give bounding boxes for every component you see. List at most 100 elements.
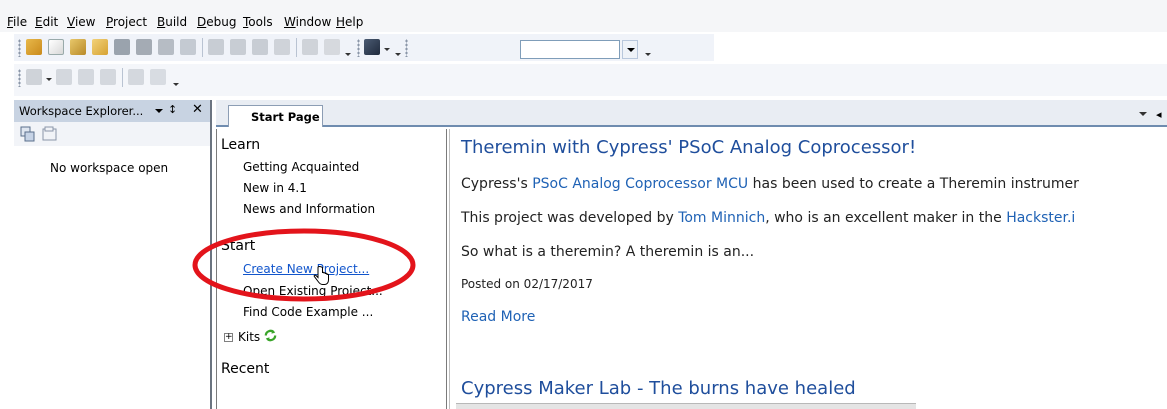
- toolbar-grip[interactable]: [405, 39, 408, 57]
- close-icon[interactable]: ✕: [192, 102, 203, 117]
- column-divider: [446, 129, 447, 409]
- file-view-icon[interactable]: [42, 126, 58, 142]
- find-combo-input[interactable]: [520, 40, 620, 59]
- find-dropdown-icon[interactable]: [384, 46, 390, 52]
- new-in-41-link[interactable]: New in 4.1: [243, 181, 307, 195]
- toolbar-grip[interactable]: [18, 39, 21, 57]
- menu-window[interactable]: Window: [284, 15, 331, 29]
- tab-start-page[interactable]: Start Page: [228, 105, 323, 127]
- menu-file-label: ile: [13, 15, 28, 29]
- redo-icon[interactable]: [324, 39, 340, 55]
- column-divider: [449, 129, 450, 409]
- menu-build-mnemonic: B: [157, 15, 166, 29]
- tom-minnich-link[interactable]: Tom Minnich: [678, 210, 765, 226]
- recent-heading: Recent: [221, 361, 270, 377]
- new-workspace-icon[interactable]: [26, 39, 42, 55]
- toolbar-grip[interactable]: [357, 39, 360, 57]
- menu-help-mnemonic: H: [336, 15, 346, 29]
- workspace-explorer-toolbar: [14, 122, 210, 146]
- workspace-explorer-header: Workspace Explorer... ↕ ✕: [14, 100, 210, 122]
- horizontal-scrollbar[interactable]: [456, 403, 916, 409]
- news-line-1-prefix: Cypress's: [461, 176, 533, 192]
- news-line-1-suffix: has been used to create a Theremin instr…: [748, 176, 1079, 192]
- menu-file[interactable]: File: [7, 15, 27, 29]
- workspace-explorer-title: Workspace Explorer...: [19, 104, 144, 118]
- print-preview-icon[interactable]: [180, 39, 196, 55]
- news-line-1: Cypress's PSoC Analog Coprocessor MCU ha…: [461, 176, 1079, 192]
- menu-window-label: indow: [295, 15, 332, 29]
- toolbar-overflow-icon[interactable]: [645, 51, 651, 57]
- news-line-3: So what is a theremin? A theremin is an.…: [461, 244, 755, 260]
- add-item-icon[interactable]: [70, 39, 86, 55]
- menu-edit-mnemonic: E: [35, 15, 43, 29]
- getting-acquainted-link[interactable]: Getting Acquainted: [243, 160, 359, 174]
- menu-tools-label: ools: [248, 15, 273, 29]
- toolbar-separator: [202, 38, 203, 57]
- menu-tools[interactable]: Tools: [243, 15, 273, 29]
- standard-toolbar: [14, 34, 714, 61]
- save-icon[interactable]: [114, 39, 130, 55]
- open-folder-icon[interactable]: [92, 39, 108, 55]
- component-view-icon[interactable]: [20, 126, 36, 142]
- workspace-explorer-panel: Workspace Explorer... ↕ ✕ No workspace o…: [14, 100, 212, 409]
- delete-icon[interactable]: [274, 39, 290, 55]
- undo-icon[interactable]: [302, 39, 318, 55]
- new-file-icon[interactable]: [48, 39, 64, 55]
- menu-help[interactable]: Help: [336, 15, 363, 29]
- menu-window-mnemonic: W: [284, 15, 296, 29]
- toolbar-overflow-icon[interactable]: [345, 51, 351, 57]
- news-and-information-link[interactable]: News and Information: [243, 202, 375, 216]
- toolbar-grip[interactable]: [18, 69, 21, 87]
- kits-label[interactable]: Kits: [238, 330, 260, 344]
- posted-date: Posted on 02/17/2017: [461, 277, 593, 291]
- menu-build[interactable]: Build: [157, 15, 187, 29]
- pin-icon[interactable]: ↕: [168, 103, 177, 116]
- hand-cursor-icon: [313, 266, 329, 285]
- build-config-icon[interactable]: [26, 69, 42, 85]
- menu-view[interactable]: View: [67, 15, 95, 29]
- psoc-analog-coprocessor-link[interactable]: PSoC Analog Coprocessor MCU: [532, 176, 748, 192]
- hackster-link[interactable]: Hackster.i: [1006, 210, 1075, 226]
- paste-icon[interactable]: [252, 39, 268, 55]
- copy-icon[interactable]: [230, 39, 246, 55]
- menu-bar: File Edit View Project Build Debug Tools…: [0, 0, 1167, 32]
- menu-edit[interactable]: Edit: [35, 15, 58, 29]
- menu-debug-label: ebug: [206, 15, 237, 29]
- chevron-down-icon[interactable]: [1139, 112, 1147, 116]
- menu-debug[interactable]: Debug: [197, 15, 236, 29]
- frame-border: [216, 129, 217, 409]
- find-binoculars-icon[interactable]: [364, 39, 380, 55]
- toolbar-separator: [122, 68, 123, 87]
- toolbar-overflow-icon[interactable]: [395, 51, 401, 57]
- print-icon[interactable]: [158, 39, 174, 55]
- find-code-example-link[interactable]: Find Code Example ...: [243, 305, 373, 319]
- menu-project-label: roject: [113, 15, 148, 29]
- read-more-link[interactable]: Read More: [461, 309, 535, 325]
- document-tab-strip: Start Page: [216, 100, 1167, 127]
- debug-icon[interactable]: [128, 69, 144, 85]
- refresh-icon[interactable]: [263, 328, 278, 343]
- news-line-2-prefix: This project was developed by: [461, 210, 679, 226]
- news-title[interactable]: Theremin with Cypress' PSoC Analog Copro…: [461, 138, 916, 158]
- menu-view-label: iew: [74, 15, 96, 29]
- menu-edit-label: dit: [42, 15, 59, 29]
- toolbar-overflow-icon[interactable]: [173, 81, 179, 87]
- create-new-project-link[interactable]: Create New Project...: [243, 262, 369, 276]
- kits-expand-toggle[interactable]: +: [224, 333, 233, 342]
- find-combo-dropdown-button[interactable]: [622, 40, 638, 59]
- clean-icon[interactable]: [78, 69, 94, 85]
- build-config-dropdown-icon[interactable]: [46, 76, 52, 82]
- menu-project[interactable]: Project: [106, 15, 147, 29]
- menu-debug-mnemonic: D: [197, 15, 207, 29]
- build-toolbar: [14, 64, 1167, 96]
- cut-icon[interactable]: [208, 39, 224, 55]
- bug-icon[interactable]: [150, 69, 166, 85]
- chevron-down-icon[interactable]: [155, 109, 163, 113]
- scroll-left-icon[interactable]: ◂: [1156, 108, 1162, 121]
- save-all-icon[interactable]: [136, 39, 152, 55]
- news-line-2: This project was developed by Tom Minnic…: [461, 210, 1075, 226]
- next-news-title[interactable]: Cypress Maker Lab - The burns have heale…: [461, 379, 856, 399]
- program-icon[interactable]: [100, 69, 116, 85]
- build-icon[interactable]: [56, 69, 72, 85]
- menu-build-label: uild: [165, 15, 188, 29]
